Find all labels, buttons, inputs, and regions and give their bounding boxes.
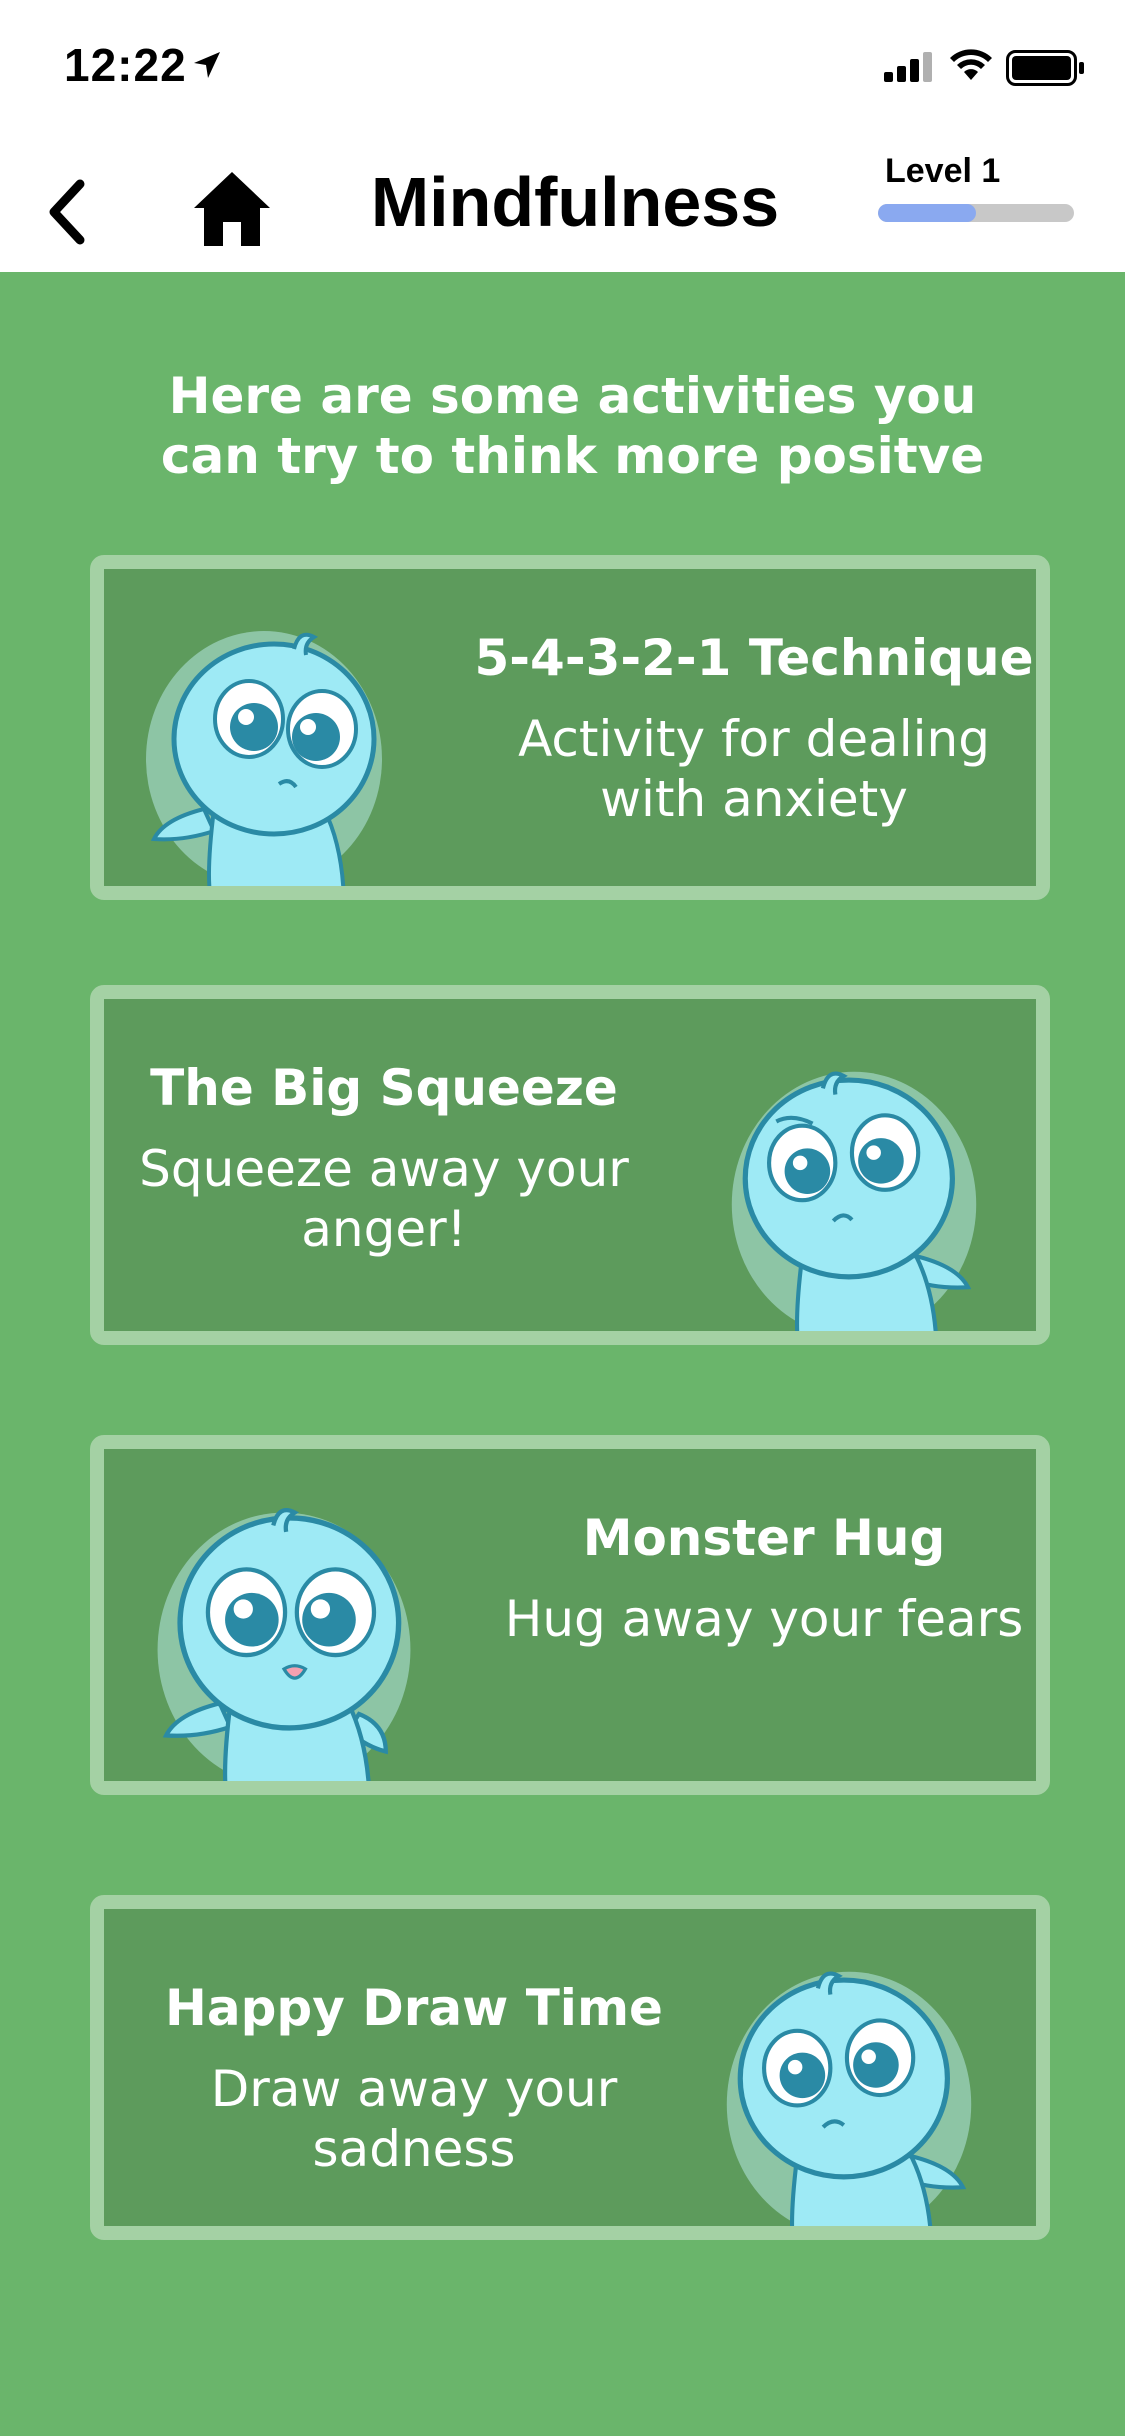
wifi-icon bbox=[950, 49, 992, 80]
activity-card-big-squeeze[interactable]: The Big Squeeze Squeeze away your anger! bbox=[90, 985, 1050, 1345]
activity-card-5-4-3-2-1[interactable]: 5-4-3-2-1 Technique Activity for dealing… bbox=[90, 555, 1050, 900]
activity-description: Activity for dealing with anxiety bbox=[518, 710, 990, 828]
activity-card-monster-hug[interactable]: Monster Hug Hug away your fears bbox=[90, 1435, 1050, 1795]
level-label: Level 1 bbox=[885, 152, 1001, 190]
intro-text: Here are some activities you can try to … bbox=[160, 367, 985, 485]
nav-bar: Mindfulness Level 1 bbox=[0, 132, 1125, 272]
home-button[interactable] bbox=[190, 166, 274, 250]
monster-icon bbox=[157, 1508, 411, 1781]
monster-icon bbox=[726, 1971, 972, 2226]
monster-icon bbox=[146, 631, 382, 886]
activity-title: The Big Squeeze bbox=[150, 1059, 618, 1117]
location-arrow-icon bbox=[194, 52, 220, 78]
activity-title: 5-4-3-2-1 Technique bbox=[474, 629, 1034, 687]
activity-description: Squeeze away your anger! bbox=[139, 1140, 629, 1258]
status-bar: 12:22 bbox=[0, 0, 1125, 132]
chevron-left-icon bbox=[49, 179, 85, 245]
activity-title: Monster Hug bbox=[582, 1509, 946, 1567]
back-button[interactable] bbox=[36, 172, 96, 252]
activity-card-happy-draw[interactable]: Happy Draw Time Draw away your sadness bbox=[90, 1895, 1050, 2240]
level-progress-bar bbox=[878, 204, 1074, 222]
status-time: 12:22 bbox=[64, 39, 187, 91]
level-progress-fill bbox=[878, 204, 976, 222]
battery-icon bbox=[1006, 50, 1084, 86]
home-icon bbox=[194, 172, 270, 246]
activity-title: Happy Draw Time bbox=[165, 1979, 663, 2037]
page-title: Mindfulness bbox=[370, 163, 780, 241]
monster-icon bbox=[731, 1071, 977, 1331]
activity-description: Draw away your sadness bbox=[210, 2060, 618, 2178]
cellular-signal-icon bbox=[884, 52, 932, 82]
activity-description: Hug away your fears bbox=[504, 1590, 1024, 1648]
